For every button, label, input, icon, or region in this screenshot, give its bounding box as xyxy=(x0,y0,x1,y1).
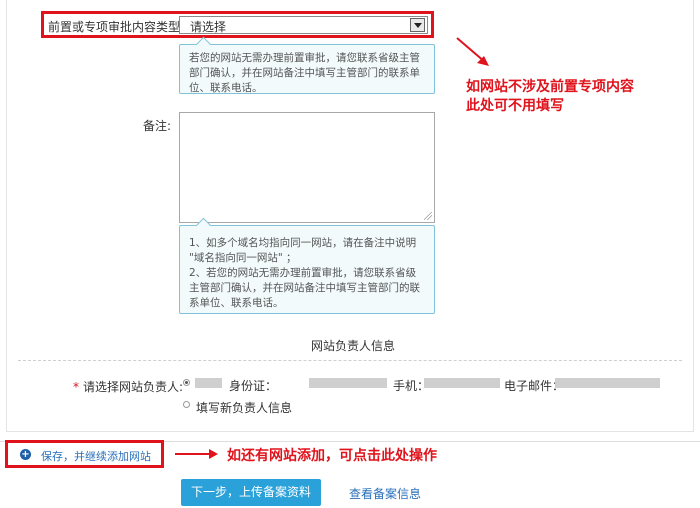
annotation-right: 如网站不涉及前置专项内容 此处可不用填写 xyxy=(466,78,634,116)
plus-circle-icon[interactable]: + xyxy=(20,449,31,460)
id-card-label: 身份证： xyxy=(229,379,278,393)
remark-tip-line2: 2、若您的网站无需办理前置审批，请您联系省级主管部门确认，并在网站备注中填写主管… xyxy=(189,267,420,309)
resize-grip-icon[interactable] xyxy=(424,212,432,220)
section-divider xyxy=(18,360,682,361)
annotation-arrow-icon xyxy=(456,37,489,66)
annotation-arrow-line xyxy=(175,453,211,455)
remark-label: 备注: xyxy=(143,119,172,133)
owner-existing-radio[interactable] xyxy=(183,379,190,386)
chevron-down-icon[interactable] xyxy=(410,18,425,32)
owner-select-label: * 请选择网站负责人: xyxy=(73,378,183,395)
next-upload-button[interactable]: 下一步，上传备案资料 xyxy=(181,479,321,506)
redacted-phone xyxy=(424,378,500,388)
type-tip-text: 若您的网站无需办理前置审批，请您联系省级主管部门确认，并在网站备注中填写主管部门… xyxy=(189,52,420,94)
remark-tip-line1: 1、如多个域名均指向同一网站，请在备注中说明 "域名指向同一网站" ； xyxy=(189,237,417,264)
view-filing-link[interactable]: 查看备案信息 xyxy=(349,485,421,502)
redacted-id xyxy=(309,378,387,388)
annotation-right-line1: 如网站不涉及前置专项内容 xyxy=(466,79,634,95)
redacted-name xyxy=(195,378,222,388)
required-mark: * xyxy=(73,380,79,394)
remark-textarea[interactable] xyxy=(179,112,435,223)
owner-new-radio[interactable] xyxy=(183,401,190,408)
redacted-email xyxy=(555,378,660,388)
type-tip: 若您的网站无需办理前置审批，请您联系省级主管部门确认，并在网站备注中填写主管部门… xyxy=(179,36,435,94)
annotation-right-line2: 此处可不用填写 xyxy=(466,98,564,114)
type-label: 前置或专项审批内容类型: xyxy=(48,20,185,34)
owner-section-title: 网站负责人信息 xyxy=(311,339,396,353)
type-select-value[interactable]: 请选择 xyxy=(190,18,226,35)
arrow-right-icon xyxy=(209,449,218,459)
save-add-button[interactable]: 保存，并继续添加网站 xyxy=(41,448,151,464)
annotation-bottom: 如还有网站添加，可点击此处操作 xyxy=(227,448,437,464)
remark-tip: 1、如多个域名均指向同一网站，请在备注中说明 "域名指向同一网站" ； 2、若您… xyxy=(179,217,435,314)
owner-select-label-text: 请选择网站负责人: xyxy=(83,380,184,394)
new-owner-label[interactable]: 填写新负责人信息 xyxy=(196,399,292,416)
